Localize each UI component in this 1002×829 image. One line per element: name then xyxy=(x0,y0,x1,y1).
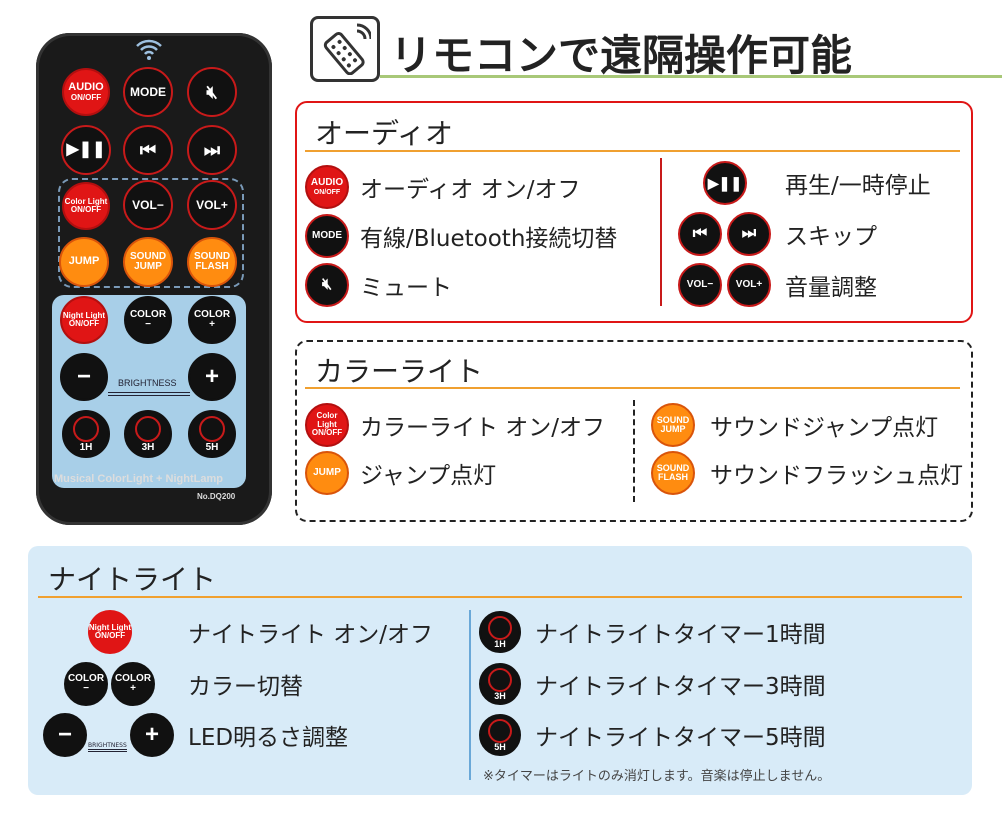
jump-icon: JUMP xyxy=(305,451,349,495)
night-light-item: ナイトライト オン/オフ xyxy=(188,622,434,648)
vol-plus-icon: VOL+ xyxy=(727,263,771,307)
brightness-minus-icon: − xyxy=(43,713,87,757)
clock-icon xyxy=(135,415,161,442)
clock-icon xyxy=(73,415,99,442)
remote-timer-5h-button[interactable]: 5H xyxy=(188,410,236,458)
color-light-item: サウンドジャンプ点灯 xyxy=(710,415,939,441)
remote-timer-3h-button[interactable]: 3H xyxy=(124,410,172,458)
remote-color-light-button[interactable]: Color Light ON/OFF xyxy=(62,182,110,230)
brightness-label: BRIGHTNESS xyxy=(88,742,127,752)
audio-item: ミュート xyxy=(360,275,452,301)
divider xyxy=(660,158,662,306)
label: + xyxy=(209,319,215,330)
audio-item: 音量調整 xyxy=(785,275,877,301)
remote-night-light-button[interactable]: Night Light ON/OFF xyxy=(60,296,108,344)
label: 3H xyxy=(141,441,155,453)
remote-timer-1h-button[interactable]: 1H xyxy=(62,410,110,458)
divider xyxy=(633,400,635,502)
night-light-icon: Night Light ON/OFF xyxy=(88,610,132,654)
label: JUMP xyxy=(134,261,162,272)
color-light-icon: Color Light ON/OFF xyxy=(305,403,349,447)
night-light-item: ナイトライトタイマー3時間 xyxy=(535,674,826,700)
brightness-plus-icon: + xyxy=(130,713,174,757)
remote-vol-minus-button[interactable]: VOL− xyxy=(123,180,173,230)
divider xyxy=(305,150,960,152)
timer-1h-icon: 1H xyxy=(479,611,521,653)
remote-next-button[interactable]: ⏭ xyxy=(187,125,237,175)
remote-audio-button[interactable]: AUDIO ON/OFF xyxy=(62,68,110,116)
audio-item: 再生/一時停止 xyxy=(785,173,931,199)
night-light-item: LED明るさ調整 xyxy=(188,725,349,751)
timer-3h-icon: 3H xyxy=(479,663,521,705)
label: ON/OFF xyxy=(70,92,102,102)
mute-icon: 🔇︎ xyxy=(206,81,218,102)
remote-sound-flash-button[interactable]: SOUND FLASH xyxy=(187,237,237,287)
audio-item: 有線/Bluetooth接続切替 xyxy=(360,226,618,252)
color-minus-icon: COLOR − xyxy=(64,662,108,706)
audio-onoff-icon: AUDIO ON/OFF xyxy=(305,165,349,209)
remote-mute-button[interactable]: 🔇︎ xyxy=(187,67,237,117)
color-plus-icon: COLOR + xyxy=(111,662,155,706)
color-light-heading: カラーライト xyxy=(315,355,484,388)
label: ON/OFF xyxy=(70,205,102,214)
audio-item: オーディオ オン/オフ xyxy=(360,177,581,203)
divider xyxy=(469,610,471,780)
page-title: リモコンで遠隔操作可能 xyxy=(390,31,853,80)
color-light-item: サウンドフラッシュ点灯 xyxy=(710,463,963,489)
remote-brightness-label: BRIGHTNESS xyxy=(118,378,177,388)
vol-minus-icon: VOL− xyxy=(678,263,722,307)
night-light-item: ナイトライトタイマー1時間 xyxy=(535,622,826,648)
label: AUDIO xyxy=(68,81,104,94)
remote-mode-button[interactable]: MODE xyxy=(123,67,173,117)
mode-icon: MODE xyxy=(305,214,349,258)
brightness-lines xyxy=(108,392,190,396)
next-icon: ⏭ xyxy=(727,212,771,256)
remote-brightness-minus-button[interactable]: − xyxy=(60,353,108,401)
prev-icon: ⏮ xyxy=(678,212,722,256)
night-light-heading: ナイトライト xyxy=(48,563,217,596)
remote-brightness-plus-button[interactable]: + xyxy=(188,353,236,401)
remote-prev-button[interactable]: ⏮ xyxy=(123,125,173,175)
label: − xyxy=(145,319,151,330)
sound-jump-icon: SOUND JUMP xyxy=(651,403,695,447)
remote-product-name: Musical ColorLight + NightLamp xyxy=(54,473,223,485)
remote-icon xyxy=(310,16,380,82)
sound-flash-icon: SOUND FLASH xyxy=(651,451,695,495)
play-pause-icon: ▶❚❚ xyxy=(703,161,747,205)
clock-icon xyxy=(199,415,225,442)
remote-color-plus-button[interactable]: COLOR + xyxy=(188,296,236,344)
timer-note: ※タイマーはライトのみ消灯します。音楽は停止しません。 xyxy=(483,769,831,784)
audio-heading: オーディオ xyxy=(315,117,454,150)
remote-model: No.DQ200 xyxy=(197,492,236,501)
divider xyxy=(38,596,962,598)
remote-play-pause-button[interactable]: ▶❚❚ xyxy=(61,125,111,175)
audio-item: スキップ xyxy=(785,224,877,250)
color-light-item: ジャンプ点灯 xyxy=(360,463,497,489)
divider xyxy=(305,387,960,389)
night-light-item: ナイトライトタイマー5時間 xyxy=(535,725,826,751)
label: ON/OFF xyxy=(68,319,100,328)
remote-sound-jump-button[interactable]: SOUND JUMP xyxy=(123,237,173,287)
title-underline xyxy=(380,75,1002,78)
label: 5H xyxy=(205,441,219,453)
remote-jump-button[interactable]: JUMP xyxy=(59,237,109,287)
label: FLASH xyxy=(195,261,229,272)
remote-color-minus-button[interactable]: COLOR − xyxy=(124,296,172,344)
timer-5h-icon: 5H xyxy=(479,714,521,756)
mute-icon: 🔇︎ xyxy=(305,263,349,307)
color-light-item: カラーライト オン/オフ xyxy=(360,415,606,441)
label: 1H xyxy=(79,441,93,453)
remote-vol-plus-button[interactable]: VOL+ xyxy=(187,180,237,230)
wifi-icon xyxy=(134,36,164,66)
night-light-item: カラー切替 xyxy=(188,674,303,700)
